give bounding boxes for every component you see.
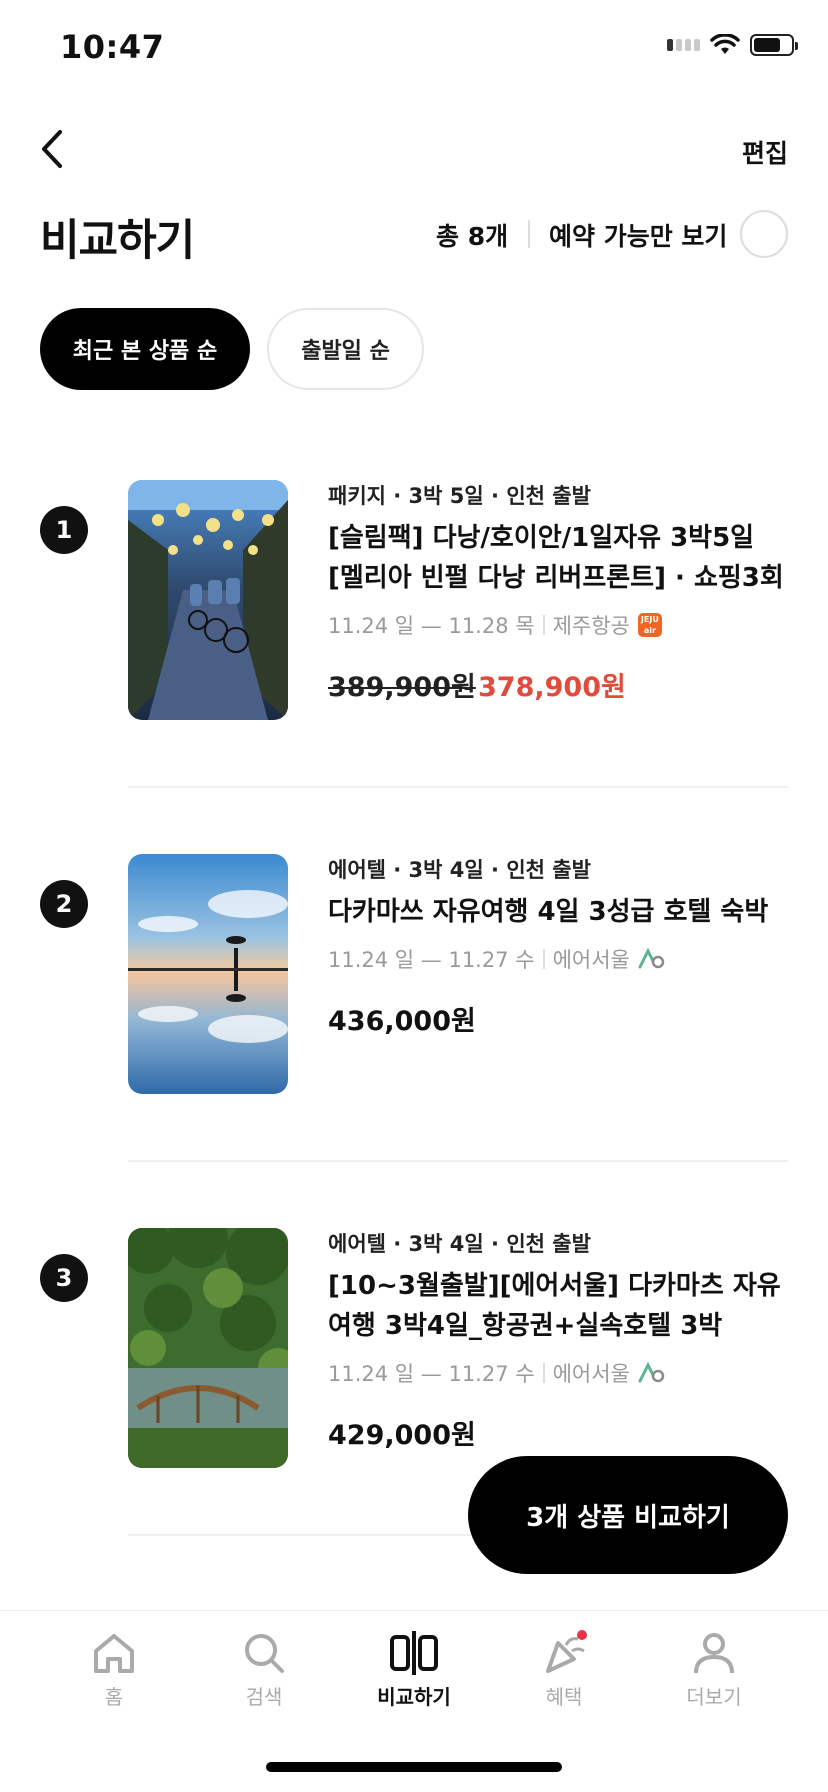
air-seoul-logo-icon [638, 1361, 665, 1383]
item-meta: 에어텔 · 3박 4일 · 인천 출발 [328, 1232, 591, 1256]
home-icon [94, 1634, 134, 1673]
item-sale-price: 378,900원 [478, 672, 626, 703]
item-airline: 제주항공 [552, 614, 630, 638]
item-dates-row: 11.24 일 — 11.27 수 에어서울 [328, 1358, 666, 1388]
compare-products-button[interactable]: 3개 상품 비교하기 [468, 1456, 788, 1574]
dates-separator [542, 949, 545, 969]
item-dates: 11.24 일 — 11.28 목 [328, 614, 535, 638]
item-dates: 11.24 일 — 11.27 수 [328, 948, 535, 972]
back-arrow-icon[interactable] [34, 126, 74, 172]
tab-home[interactable]: 홈 [54, 1629, 174, 1710]
tab-compare[interactable]: 비교하기 [354, 1629, 474, 1710]
item-price: 429,000원 [328, 1420, 476, 1451]
item-number: 3 [40, 1254, 88, 1302]
status-time: 10:47 [60, 28, 165, 66]
item-meta: 에어텔 · 3박 4일 · 인천 출발 [328, 858, 591, 882]
compare-icon [390, 1631, 438, 1675]
jeju-air-logo-icon: JEJU air [637, 613, 662, 637]
wifi-icon [710, 34, 740, 54]
dates-separator [542, 615, 545, 635]
available-only-checkbox[interactable] [740, 210, 788, 258]
status-icons [667, 34, 798, 56]
home-indicator [266, 1762, 562, 1772]
page-title: 비교하기 [40, 216, 195, 266]
tab-compare-label: 비교하기 [377, 1685, 451, 1709]
item-meta: 패키지 · 3박 5일 · 인천 출발 [328, 484, 591, 508]
total-count: 총 8개 [436, 222, 509, 251]
item-thumbnail[interactable] [128, 1228, 288, 1468]
item-airline: 에어서울 [552, 948, 630, 972]
dates-separator [542, 1363, 545, 1383]
item-divider [128, 786, 788, 788]
item-number: 2 [40, 880, 88, 928]
tab-search-label: 검색 [245, 1685, 283, 1709]
tab-more-label: 더보기 [686, 1685, 742, 1709]
party-popper-icon [546, 1630, 587, 1673]
edit-button[interactable]: 편집 [742, 134, 788, 170]
compare-item[interactable]: 2 에어텔 · 3박 4일 · 인천 출발 다카마쓰 자유여행 4일 3성급 호… [0, 854, 828, 1154]
tab-home-label: 홈 [104, 1685, 124, 1709]
compare-item[interactable]: 1 패키지 · 3박 5일 · 인천 출발 [슬림팩] 다낭/호이안/1일자유 … [0, 480, 828, 780]
item-title[interactable]: [10~3월출발][에어서울] 다카마츠 자유여행 3박4일_항공권+실속호텔 … [328, 1266, 792, 1346]
item-thumbnail[interactable] [128, 854, 288, 1094]
item-number: 1 [40, 506, 88, 554]
item-title[interactable]: 다카마쓰 자유여행 4일 3성급 호텔 숙박 [328, 892, 792, 932]
item-airline: 에어서울 [552, 1362, 630, 1386]
item-divider [128, 1160, 788, 1162]
tab-benefits-label: 혜택 [545, 1685, 583, 1709]
item-dates-row: 11.24 일 — 11.27 수 에어서울 [328, 944, 666, 974]
sort-recent-chip[interactable]: 최근 본 상품 순 [40, 308, 250, 390]
item-thumbnail[interactable] [128, 480, 288, 720]
item-dates-row: 11.24 일 — 11.28 목 제주항공 JEJU air [328, 610, 662, 640]
tab-search[interactable]: 검색 [204, 1629, 324, 1710]
item-price: 436,000원 [328, 1006, 476, 1037]
header-divider [528, 220, 530, 248]
tab-more[interactable]: 더보기 [654, 1629, 774, 1710]
item-dates: 11.24 일 — 11.27 수 [328, 1362, 535, 1386]
cellular-signal-icon [667, 39, 700, 51]
tab-benefits[interactable]: 혜택 [504, 1629, 624, 1710]
air-seoul-logo-icon [638, 947, 665, 969]
item-title[interactable]: [슬림팩] 다낭/호이안/1일자유 3박5일 [멜리아 빈펄 다낭 리버프론트]… [328, 518, 792, 598]
battery-icon [750, 34, 798, 56]
sort-departure-chip[interactable]: 출발일 순 [267, 308, 424, 390]
profile-icon [694, 1633, 734, 1674]
available-only-label[interactable]: 예약 가능만 보기 [549, 217, 727, 253]
item-original-price: 389,900원 [328, 672, 476, 703]
search-icon [245, 1634, 284, 1673]
